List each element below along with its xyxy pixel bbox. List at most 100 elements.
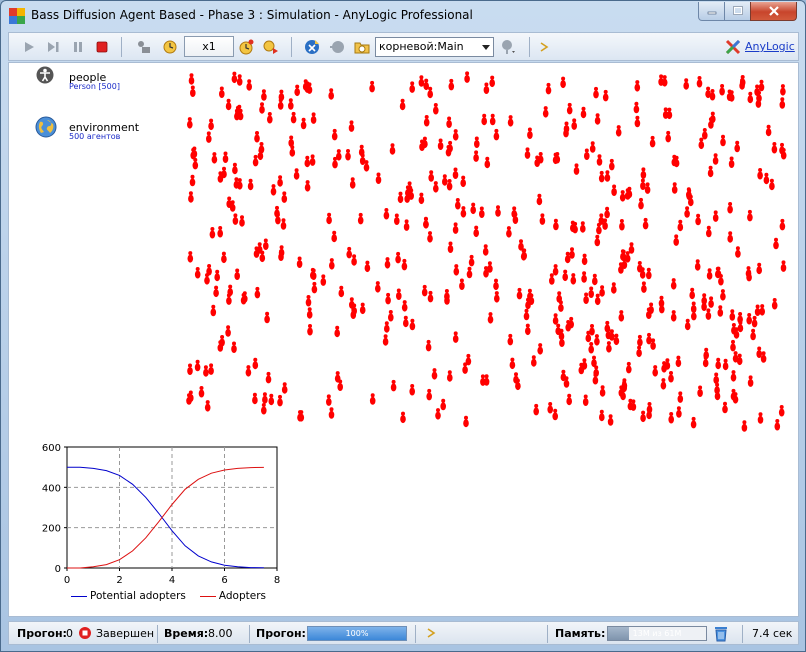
agent-person[interactable] — [464, 71, 470, 83]
agent-person[interactable] — [537, 343, 543, 355]
agent-person[interactable] — [226, 196, 232, 209]
agent-person[interactable] — [442, 174, 448, 186]
agent-person[interactable] — [214, 269, 220, 282]
agent-person[interactable] — [512, 212, 519, 225]
agent-person[interactable] — [560, 369, 567, 382]
agent-person[interactable] — [705, 308, 712, 320]
agent-person[interactable] — [281, 191, 288, 203]
agent-person[interactable] — [534, 155, 540, 168]
agent-person[interactable] — [619, 219, 625, 231]
agent-person[interactable] — [401, 258, 408, 271]
run-button[interactable] — [20, 38, 38, 56]
model-canvas[interactable]: people Person [500] environment 500 аген… — [8, 62, 799, 617]
agent-person[interactable] — [359, 153, 366, 166]
agent-person[interactable] — [554, 152, 561, 164]
agent-person[interactable] — [474, 136, 480, 149]
agent-person[interactable] — [547, 402, 553, 414]
agent-person[interactable] — [232, 213, 239, 225]
agent-person[interactable] — [642, 217, 649, 230]
agent-person[interactable] — [553, 218, 559, 231]
agent-person[interactable] — [419, 139, 425, 152]
agent-person[interactable] — [713, 372, 719, 385]
agent-person[interactable] — [671, 182, 678, 194]
agent-person[interactable] — [198, 386, 205, 398]
agent-person[interactable] — [560, 76, 566, 89]
agent-person[interactable] — [240, 293, 247, 305]
agent-person[interactable] — [676, 406, 682, 418]
agent-person[interactable] — [452, 222, 459, 234]
agent-person[interactable] — [460, 175, 467, 188]
agent-person[interactable] — [254, 286, 261, 299]
agent-person[interactable] — [585, 330, 592, 343]
agent-person[interactable] — [570, 220, 576, 233]
agent-person[interactable] — [296, 256, 303, 269]
agent-person[interactable] — [619, 190, 626, 202]
agent-person[interactable] — [580, 106, 587, 119]
agent-person[interactable] — [189, 174, 196, 187]
agent-person[interactable] — [209, 227, 216, 239]
agent-person[interactable] — [396, 288, 402, 301]
agent-person[interactable] — [264, 311, 270, 324]
agent-person[interactable] — [594, 334, 600, 346]
agent-person[interactable] — [425, 339, 432, 352]
agent-person[interactable] — [765, 124, 772, 137]
agent-person[interactable] — [421, 284, 428, 297]
agent-person[interactable] — [728, 156, 735, 169]
agent-person[interactable] — [445, 145, 452, 157]
agent-person[interactable] — [384, 321, 390, 333]
agent-person[interactable] — [633, 101, 640, 114]
agent-person[interactable] — [194, 359, 201, 372]
agent-person[interactable] — [364, 260, 371, 273]
agent-person[interactable] — [518, 239, 524, 251]
agent-person[interactable] — [444, 289, 450, 301]
agent-person[interactable] — [277, 394, 283, 407]
agent-person[interactable] — [188, 390, 194, 403]
agent-person[interactable] — [754, 84, 760, 97]
root-agent-select[interactable]: корневой:Main — [375, 37, 494, 57]
agent-person[interactable] — [489, 75, 496, 88]
agent-person[interactable] — [431, 368, 438, 380]
agent-person[interactable] — [720, 289, 726, 301]
agent-person[interactable] — [602, 218, 608, 230]
agent-person[interactable] — [589, 324, 595, 336]
agent-person[interactable] — [334, 325, 341, 338]
agent-person[interactable] — [452, 331, 459, 343]
agent-person[interactable] — [252, 357, 259, 370]
agent-person[interactable] — [626, 186, 633, 199]
agent-person[interactable] — [599, 409, 605, 422]
agent-person[interactable] — [709, 89, 716, 101]
agent-person[interactable] — [395, 251, 401, 264]
agent-person[interactable] — [507, 333, 514, 346]
agent-person[interactable] — [384, 257, 391, 269]
agent-person[interactable] — [310, 267, 316, 280]
agent-person[interactable] — [448, 78, 455, 91]
agent-person[interactable] — [671, 154, 678, 167]
agent-person[interactable] — [288, 135, 295, 148]
agent-person[interactable] — [267, 112, 273, 124]
agent-person[interactable] — [328, 88, 335, 100]
agent-person[interactable] — [571, 118, 577, 130]
agent-person[interactable] — [289, 145, 296, 157]
agent-person[interactable] — [729, 309, 736, 321]
agent-person[interactable] — [779, 97, 786, 109]
agent-person[interactable] — [688, 194, 694, 207]
agent-person[interactable] — [596, 154, 603, 166]
agent-person[interactable] — [435, 408, 441, 420]
agent-person[interactable] — [427, 231, 433, 243]
agent-person[interactable] — [346, 246, 353, 259]
agent-person[interactable] — [638, 197, 644, 210]
agent-person[interactable] — [418, 192, 425, 205]
agent-person[interactable] — [401, 300, 408, 312]
agent-person[interactable] — [599, 385, 606, 397]
agent-person[interactable] — [280, 218, 287, 230]
agent-person[interactable] — [618, 310, 625, 322]
agent-person[interactable] — [288, 98, 294, 110]
agent-person[interactable] — [345, 149, 351, 161]
agent-person[interactable] — [675, 355, 682, 368]
agent-person[interactable] — [606, 341, 612, 353]
agent-person[interactable] — [727, 202, 733, 214]
agent-person[interactable] — [375, 281, 381, 293]
agent-person[interactable] — [194, 267, 201, 279]
agent-person[interactable] — [733, 327, 740, 339]
agent-person[interactable] — [706, 268, 713, 280]
